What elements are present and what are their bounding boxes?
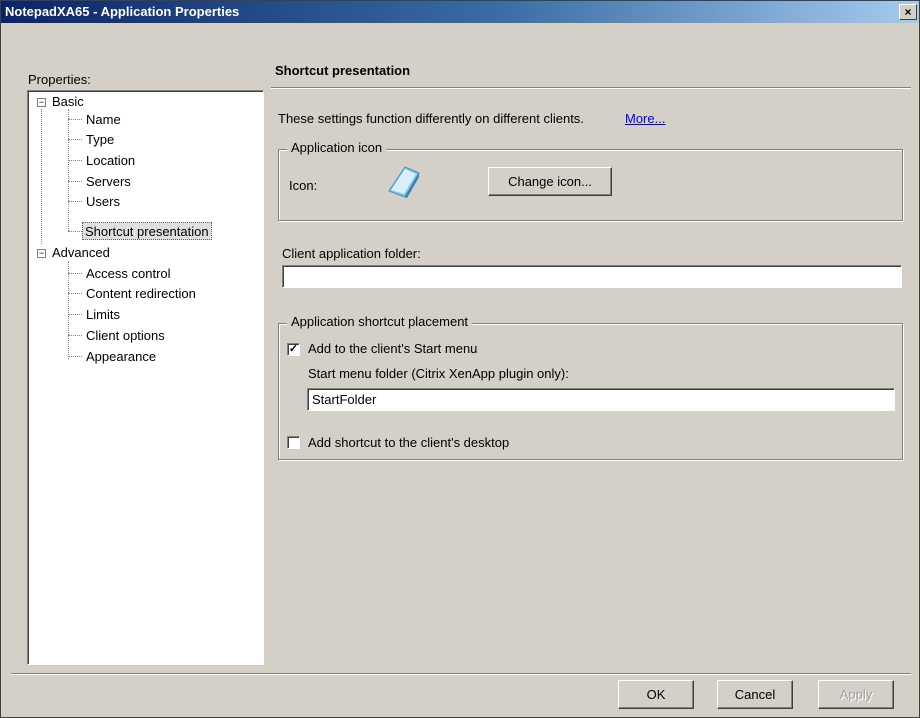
tree-node-advanced[interactable]: Advanced (50, 244, 112, 262)
start-folder-input[interactable] (307, 388, 895, 411)
icon-label: Icon: (289, 178, 318, 193)
tree-line (68, 201, 82, 202)
start-menu-checkbox[interactable]: ✓ (287, 343, 300, 356)
tree-line (68, 335, 82, 336)
tree-line (68, 181, 82, 182)
tree-node-users[interactable]: Users (84, 193, 122, 211)
application-properties-window: NotepadXA65 - Application Properties × P… (0, 0, 920, 718)
tree-line (68, 231, 82, 232)
title-bar[interactable]: NotepadXA65 - Application Properties × (1, 1, 919, 23)
desktop-shortcut-checkbox[interactable] (287, 436, 300, 449)
tree-node-basic[interactable]: Basic (50, 93, 86, 111)
tree-line (68, 119, 82, 120)
tree-node-content-redirection[interactable]: Content redirection (84, 285, 198, 303)
tree-node-shortcut-presentation[interactable]: Shortcut presentation (82, 222, 212, 240)
tree-line (68, 314, 82, 315)
ok-button[interactable]: OK (618, 680, 694, 709)
tree-line (68, 273, 82, 274)
application-icon-legend: Application icon (287, 140, 387, 155)
collapse-basic-icon[interactable]: − (37, 98, 46, 107)
more-link[interactable]: More... (625, 111, 665, 126)
desktop-shortcut-checkbox-label[interactable]: Add shortcut to the client's desktop (308, 435, 509, 450)
apply-button[interactable]: Apply (818, 680, 894, 709)
page-title: Shortcut presentation (275, 63, 411, 78)
info-text: These settings function differently on d… (278, 111, 584, 126)
tree-line (68, 109, 69, 231)
tree-node-limits[interactable]: Limits (84, 306, 122, 324)
footer-divider (11, 673, 911, 675)
tree-node-appearance[interactable]: Appearance (84, 348, 158, 366)
tree-node-servers[interactable]: Servers (84, 173, 133, 191)
tree-node-access-control[interactable]: Access control (84, 265, 173, 283)
tree-line (68, 293, 82, 294)
tree-node-name[interactable]: Name (84, 111, 123, 129)
properties-label: Properties: (28, 72, 91, 87)
tree-node-client-options[interactable]: Client options (84, 327, 167, 345)
cancel-button[interactable]: Cancel (717, 680, 793, 709)
collapse-advanced-icon[interactable]: − (37, 249, 46, 258)
change-icon-button[interactable]: Change icon... (488, 167, 612, 196)
properties-tree[interactable]: − Basic Name Type Location Servers Users… (27, 90, 264, 665)
tree-line (68, 139, 82, 140)
window-title: NotepadXA65 - Application Properties (5, 4, 240, 19)
tree-line (68, 160, 82, 161)
start-folder-label: Start menu folder (Citrix XenApp plugin … (308, 366, 569, 381)
notepad-app-icon (388, 166, 420, 198)
tree-node-location[interactable]: Location (84, 152, 137, 170)
close-icon[interactable]: × (899, 4, 917, 20)
tree-line (68, 356, 82, 357)
tree-line (41, 109, 42, 244)
start-menu-checkbox-label[interactable]: Add to the client's Start menu (308, 341, 477, 356)
shortcut-placement-legend: Application shortcut placement (287, 314, 473, 329)
tree-line (68, 261, 69, 359)
client-folder-input[interactable] (282, 265, 902, 288)
client-folder-label: Client application folder: (282, 246, 421, 261)
heading-divider (271, 87, 911, 89)
tree-node-type[interactable]: Type (84, 131, 116, 149)
